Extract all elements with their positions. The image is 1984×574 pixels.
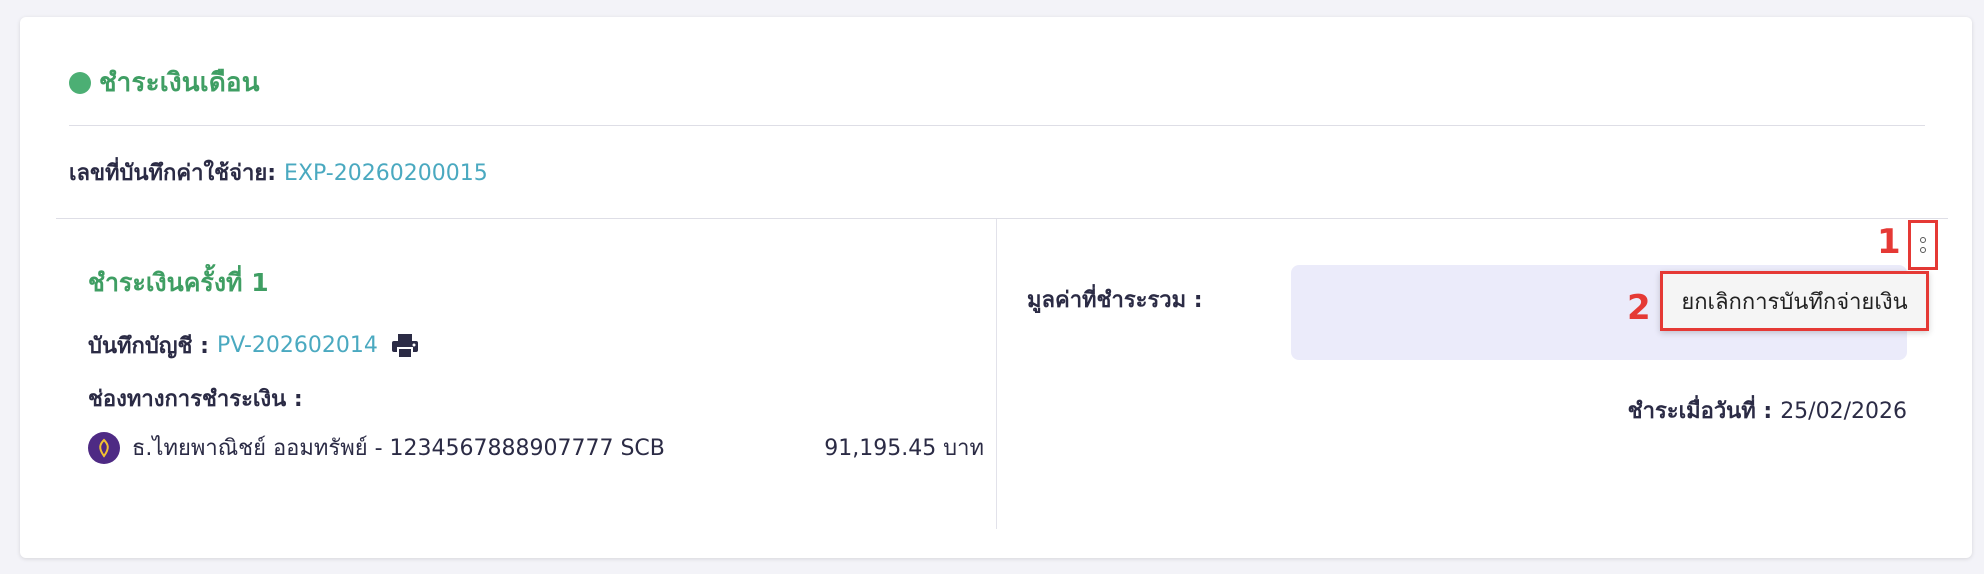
paid-date-label: ชำระเมื่อวันที่ :: [1627, 399, 1773, 424]
kebab-menu-button[interactable]: [1908, 220, 1938, 270]
column-divider: [996, 219, 997, 529]
voucher-row: บันทึกบัญชี : PV-202602014: [88, 328, 420, 363]
annotation-step-2: 2: [1627, 288, 1651, 328]
voucher-label: บันทึกบัญชี :: [88, 334, 209, 359]
voucher-number-link[interactable]: PV-202602014: [217, 333, 378, 358]
section-header: ชำระเงินเดือน: [69, 62, 260, 103]
section-title: ชำระเงินเดือน: [99, 68, 260, 98]
kebab-menu-icon: [1920, 237, 1926, 243]
cancel-payment-record-menu-item[interactable]: ยกเลิกการบันทึกจ่ายเงิน: [1681, 284, 1907, 319]
kebab-menu-icon: [1920, 247, 1926, 253]
bank-row: ธ.ไทยพาณิชย์ ออมทรัพย์ - 123456788890777…: [88, 430, 984, 465]
divider: [69, 125, 1925, 126]
action-menu: ยกเลิกการบันทึกจ่ายเงิน: [1660, 271, 1929, 331]
payment-card: ชำระเงินเดือน เลขที่บันทึกค่าใช้จ่าย: EX…: [20, 17, 1972, 558]
expense-number-link[interactable]: EXP-20260200015: [284, 161, 488, 186]
printer-icon[interactable]: [390, 333, 420, 359]
status-dot-icon: [69, 71, 91, 94]
paid-date-row: ชำระเมื่อวันที่ : 25/02/2026: [1628, 393, 1907, 428]
bank-amount: 91,195.45 บาท: [824, 436, 984, 461]
expense-row: เลขที่บันทึกค่าใช้จ่าย: EXP-20260200015: [69, 155, 488, 190]
expense-label: เลขที่บันทึกค่าใช้จ่าย:: [69, 161, 277, 186]
scb-bank-logo-icon: [88, 431, 120, 464]
payment-channel-label: ช่องทางการชำระเงิน :: [88, 387, 303, 412]
payment-title: ชำระเงินครั้งที่ 1: [88, 268, 269, 297]
divider: [56, 218, 1948, 219]
total-paid-label: มูลค่าที่ชำระรวม :: [1027, 288, 1203, 313]
bank-account-name: ธ.ไทยพาณิชย์ ออมทรัพย์ - 123456788890777…: [132, 436, 665, 461]
paid-date-value: 25/02/2026: [1780, 399, 1907, 424]
annotation-step-1: 1: [1877, 222, 1901, 262]
